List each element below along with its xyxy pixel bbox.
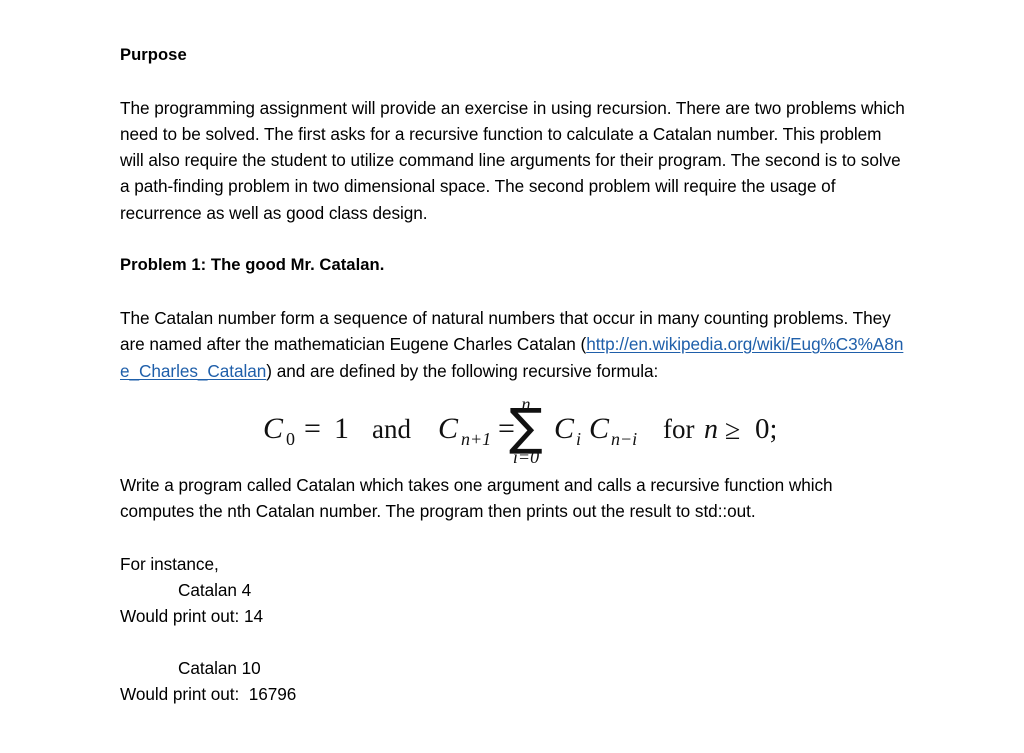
formula-c0-symbol: C [263, 412, 284, 445]
formula-term2-sub: n−i [611, 429, 637, 449]
paragraph-purpose: The programming assignment will provide … [120, 97, 905, 223]
formula-term1-symbol: C [554, 412, 575, 445]
formula-one: 1 [334, 412, 349, 445]
catalan-intro-text-after-link: ) and are defined by the following recur… [266, 360, 659, 381]
example-1-command-line: Catalan 4 [120, 577, 909, 603]
for-instance-label: For instance, [120, 553, 219, 574]
page-title: Purpose [120, 45, 187, 64]
example-2-command-line: Catalan 10 [120, 655, 909, 681]
example-1-output: Would print out: 14 [120, 606, 264, 627]
formula-term1-sub: i [576, 429, 581, 449]
example-2-command: Catalan 10 [178, 657, 261, 678]
formula-sum-lower: i=0 [512, 447, 538, 467]
formula-cn1-symbol: C [438, 412, 459, 445]
formula-term2-symbol: C [589, 412, 610, 445]
document-page: Purpose The programming assignment will … [0, 0, 1024, 753]
formula-condition-geq: ≥ [725, 415, 740, 446]
catalan-recurrence-formula: C 0 = 1 and C n+1 = n ∑ i=0 C i C n−i fo… [120, 384, 909, 472]
paragraph-catalan-intro: The Catalan number form a sequence of na… [120, 305, 909, 384]
heading-problem-1: Problem 1: The good Mr. Catalan. [120, 255, 385, 275]
formula-c0-sub: 0 [286, 429, 295, 449]
paragraph-write-program: Write a program called Catalan which tak… [120, 474, 833, 522]
formula-equals-1: = [304, 412, 321, 445]
formula-cn1-sub: n+1 [461, 429, 491, 449]
example-1-command: Catalan 4 [178, 580, 252, 601]
formula-condition-zero: 0; [755, 413, 775, 445]
formula-and: and [372, 414, 411, 444]
formula-condition-n: n [704, 414, 718, 445]
formula-svg: C 0 = 1 and C n+1 = n ∑ i=0 C i C n−i fo… [263, 394, 775, 467]
formula-condition: for [663, 414, 694, 444]
example-2-output: Would print out: 16796 [120, 683, 297, 704]
